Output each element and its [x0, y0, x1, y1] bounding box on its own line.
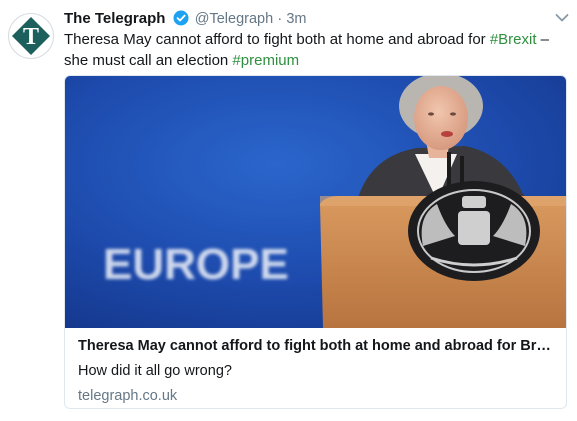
card-domain[interactable]: telegraph.co.uk — [78, 386, 556, 406]
svg-text:T: T — [23, 24, 39, 50]
separator-dot: · — [277, 11, 283, 27]
card-title[interactable]: Theresa May cannot afford to fight both … — [78, 336, 556, 356]
europe-sign-text: EUROPE — [103, 240, 289, 289]
avatar[interactable]: T — [8, 13, 54, 59]
tweet: T The Telegraph @Telegraph · 3m Theresa … — [0, 0, 577, 421]
tweet-menu-button[interactable] — [555, 10, 569, 28]
verified-badge-icon — [173, 10, 189, 26]
link-card[interactable]: EUROPE Theresa May cannot afford to figh… — [64, 75, 567, 409]
card-image[interactable]: EUROPE — [65, 76, 567, 328]
tweet-text-part: Theresa May cannot afford to fight both … — [64, 31, 490, 48]
card-description: How did it all go wrong? — [78, 363, 232, 379]
card-body: Theresa May cannot afford to fight both … — [78, 332, 556, 406]
tweet-header: The Telegraph @Telegraph · 3m — [64, 9, 307, 29]
hashtag-link[interactable]: #Brexit — [490, 31, 537, 48]
hashtag-link[interactable]: #premium — [232, 52, 299, 69]
tweet-text: Theresa May cannot afford to fight both … — [64, 29, 564, 71]
account-handle[interactable]: @Telegraph — [195, 11, 273, 27]
account-name[interactable]: The Telegraph — [64, 10, 165, 27]
timestamp[interactable]: 3m — [286, 11, 306, 27]
chevron-down-icon — [555, 14, 569, 22]
telegraph-logo-icon: T — [12, 17, 50, 55]
